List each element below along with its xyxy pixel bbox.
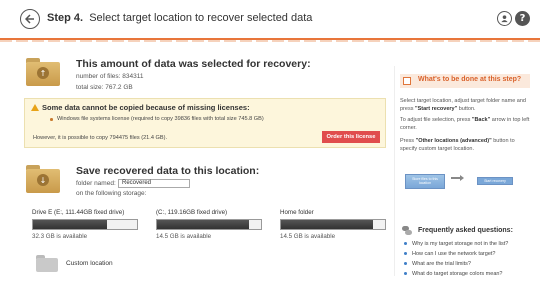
faq-link[interactable]: What do target storage colors mean? (404, 271, 503, 277)
step-heading: Select target location to recover select… (89, 12, 313, 24)
step-label: Step 4. (47, 12, 84, 24)
arrow-left-icon (25, 14, 34, 24)
folder-upload-icon: ↑ (26, 58, 60, 86)
warning-footer: However, it is possible to copy 794475 f… (33, 135, 168, 141)
help-text: To adjust file selection, press (400, 117, 472, 123)
drive-label: Drive E (E:, 111.44GB fixed drive) (32, 209, 125, 216)
help-emphasis: "Back" (471, 117, 491, 123)
files-count: number of files: 834311 (76, 73, 144, 80)
bullet-icon (404, 252, 407, 256)
selection-title: This amount of data was selected for rec… (76, 58, 311, 70)
faq-link[interactable]: What are the trial limits? (404, 261, 471, 267)
faq-link[interactable]: How can I use the network target? (404, 251, 495, 257)
back-button[interactable] (20, 9, 40, 29)
help-panel-header: What's to be done at this step? (400, 74, 530, 88)
drive-usage-bar (156, 219, 262, 230)
storage-label: on the following storage: (76, 190, 147, 197)
bullet-icon (50, 118, 53, 121)
help-paragraph-2: To adjust file selection, press "Back" a… (400, 116, 530, 132)
panel-divider (394, 66, 395, 276)
custom-location-link[interactable]: Custom location (66, 260, 113, 267)
total-size: total size: 767.2 GB (76, 84, 133, 91)
warning-title: Some data cannot be copied because of mi… (42, 103, 250, 112)
illustration-store-button: Store files to this location (405, 174, 445, 189)
faq-link-text: What are the trial limits? (412, 261, 471, 267)
help-button[interactable]: ? (515, 11, 530, 26)
help-box-icon (403, 77, 411, 85)
header: Step 4. Select target location to recove… (0, 0, 540, 38)
help-panel-title: What's to be done at this step? (418, 76, 522, 83)
drive-usage-fill (157, 220, 249, 229)
bullet-icon (404, 272, 407, 276)
bullet-icon (404, 242, 407, 246)
drive-usage-fill (33, 220, 107, 229)
custom-folder-icon[interactable] (36, 255, 58, 272)
question-mark-icon: ? (519, 13, 526, 24)
drive-e-option[interactable]: Drive E (E:, 111.44GB fixed drive) 32.3 … (32, 209, 138, 240)
chat-bubbles-icon (402, 226, 412, 235)
help-emphasis: "Other locations (advanced)" (415, 138, 492, 144)
home-folder-option[interactable]: Home folder 14.5 GB is available (280, 209, 386, 240)
folder-name-label: folder named: (76, 180, 116, 187)
warning-icon (31, 104, 39, 111)
faq-title: Frequently asked questions: (418, 227, 513, 234)
help-illustration: Store files to this location Start recov… (405, 172, 513, 192)
folder-download-icon: ↓ (26, 165, 60, 193)
illustration-start-button: Start recovery (477, 177, 513, 185)
bullet-icon (404, 262, 407, 266)
drive-label: Home folder (280, 209, 314, 216)
user-button[interactable] (497, 11, 512, 26)
drive-usage-bar (280, 219, 386, 230)
step-title: Step 4. Select target location to recove… (47, 12, 312, 24)
drive-c-option[interactable]: (C:, 119.16GB fixed drive) 14.5 GB is av… (156, 209, 262, 240)
help-paragraph-3: Press "Other locations (advanced)" butto… (400, 137, 530, 153)
save-title: Save recovered data to this location: (76, 165, 260, 177)
drive-available: 32.3 GB is available (32, 233, 88, 240)
help-text: Press (400, 138, 416, 144)
folder-name-input[interactable]: Recovered (118, 179, 190, 188)
drive-label: (C:, 119.16GB fixed drive) (156, 209, 228, 216)
header-dashed-divider (0, 40, 540, 42)
user-icon (501, 15, 508, 23)
order-license-button[interactable]: Order this license (322, 131, 380, 143)
warning-item: Windows file systems license (required t… (57, 116, 264, 122)
faq-link-text: How can I use the network target? (412, 251, 496, 257)
faq-link-text: What do target storage colors mean? (412, 271, 503, 277)
drive-usage-bar (32, 219, 138, 230)
drive-usage-fill (281, 220, 373, 229)
arrow-right-icon (451, 175, 464, 181)
faq-link-text: Why is my target storage not in the list… (412, 241, 509, 247)
drive-available: 14.5 GB is available (280, 233, 336, 240)
help-emphasis: "Start recovery" (414, 106, 458, 112)
license-warning: Some data cannot be copied because of mi… (24, 98, 386, 148)
faq-link[interactable]: Why is my target storage not in the list… (404, 241, 508, 247)
drive-available: 14.5 GB is available (156, 233, 212, 240)
help-paragraph-1: Select target location, adjust target fo… (400, 97, 530, 113)
help-text: button. (457, 106, 476, 112)
